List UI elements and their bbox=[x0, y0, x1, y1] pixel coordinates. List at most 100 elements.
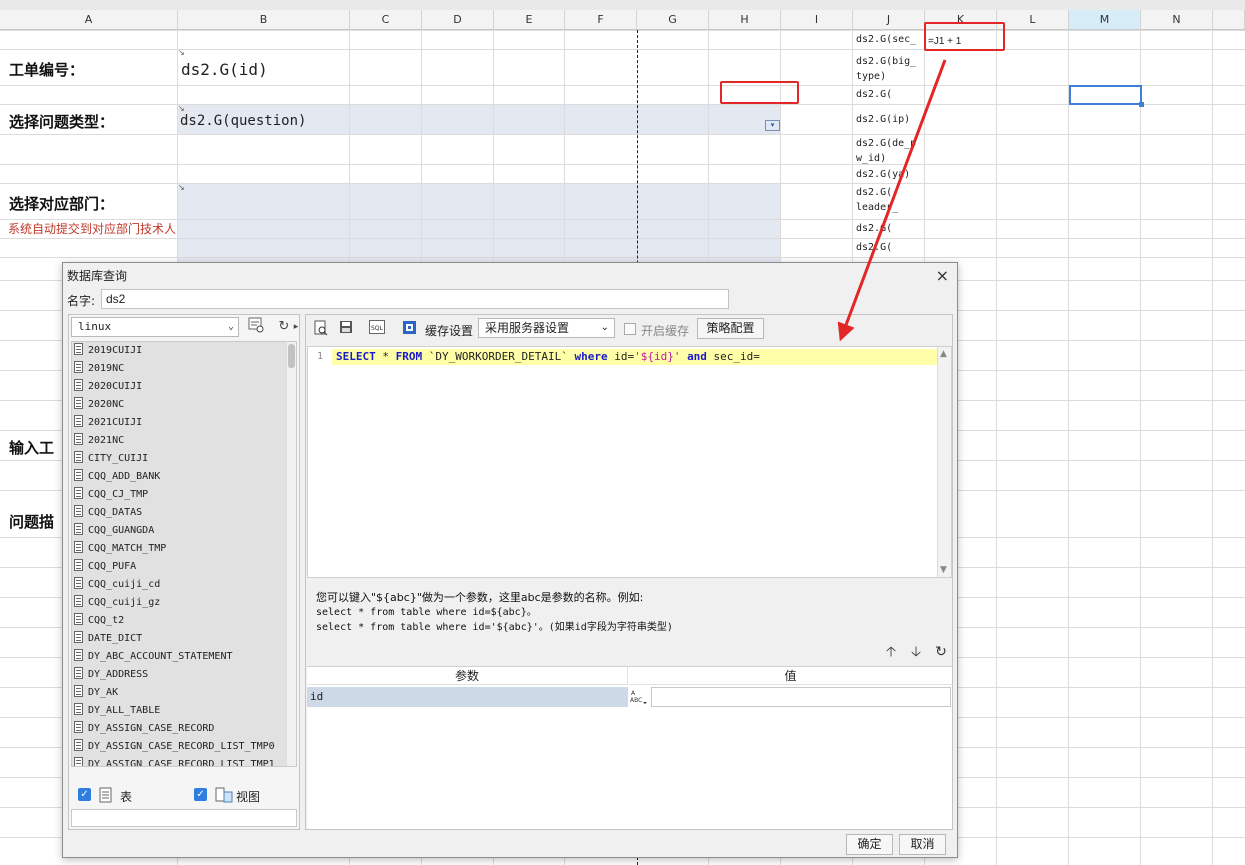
cell-j-9[interactable]: ds2.G( bbox=[856, 240, 924, 255]
scrollbar-thumb[interactable] bbox=[288, 344, 295, 368]
grid-line bbox=[0, 257, 1245, 258]
cache-icon[interactable] bbox=[401, 320, 419, 338]
show-tables-checkbox[interactable]: ✓ bbox=[78, 788, 91, 801]
preview-icon[interactable] bbox=[312, 320, 330, 338]
table-item[interactable]: 2019NC bbox=[74, 360, 124, 378]
table-icon bbox=[74, 685, 83, 697]
table-item[interactable]: CQQ_ADD_BANK bbox=[74, 468, 160, 486]
expand-marker-icon: ↘ bbox=[178, 48, 185, 57]
table-item[interactable]: DATE_DICT bbox=[74, 630, 142, 648]
annotation-highlight-sql-end bbox=[720, 81, 799, 104]
selected-cell-m[interactable] bbox=[1069, 85, 1144, 107]
sql-query-text[interactable]: SELECT * FROM `DY_WORKORDER_DETAIL` wher… bbox=[336, 350, 760, 364]
connection-select[interactable]: linux ⌄ bbox=[71, 317, 239, 337]
annotation-highlight-formula bbox=[924, 22, 1005, 51]
grid-line bbox=[0, 30, 1245, 31]
show-views-checkbox[interactable]: ✓ bbox=[194, 788, 207, 801]
table-item[interactable]: DY_ASSIGN_CASE_RECORD bbox=[74, 720, 214, 738]
refresh-icon[interactable]: ↻ bbox=[274, 317, 294, 337]
sql-keyword: SELECT bbox=[336, 350, 376, 363]
cell-j-ip[interactable]: ds2.G(ip) bbox=[856, 112, 924, 127]
auto-submit-note: 系统自动提交到对应部门技术人 bbox=[8, 222, 177, 236]
table-list[interactable]: 2019CUIJI 2019NC 2020CUIJI 2020NC 2021CU… bbox=[71, 341, 297, 767]
table-item[interactable]: 2020CUIJI bbox=[74, 378, 142, 396]
table-item[interactable]: CQQ_cuiji_gz bbox=[74, 594, 160, 612]
table-item[interactable]: DY_ABC_ACCOUNT_STATEMENT bbox=[74, 648, 233, 666]
table-item[interactable]: CQQ_MATCH_TMP bbox=[74, 540, 166, 558]
grid-line bbox=[0, 104, 1245, 105]
column-header-b[interactable]: B bbox=[178, 10, 350, 30]
param-name-cell[interactable]: id bbox=[307, 687, 628, 707]
table-item[interactable]: CQQ_t2 bbox=[74, 612, 124, 630]
department-cell-area[interactable] bbox=[178, 184, 781, 262]
enable-cache-checkbox[interactable] bbox=[624, 323, 636, 335]
column-header-n[interactable]: N bbox=[1141, 10, 1213, 30]
refresh-params-icon[interactable]: ↻ bbox=[932, 643, 950, 661]
table-item[interactable]: DY_ASSIGN_CASE_RECORD_LIST_TMP1 bbox=[74, 756, 275, 766]
cancel-button[interactable]: 取消 bbox=[899, 834, 946, 855]
grid-line bbox=[1140, 30, 1141, 865]
table-item[interactable]: 2021NC bbox=[74, 432, 124, 450]
column-header-a[interactable]: A bbox=[0, 10, 178, 30]
table-item[interactable]: CQQ_GUANGDA bbox=[74, 522, 154, 540]
param-type-icon[interactable]: A ABC bbox=[629, 688, 649, 706]
table-item[interactable]: CQQ_CJ_TMP bbox=[74, 486, 148, 504]
table-item[interactable]: 2019CUIJI bbox=[74, 342, 142, 360]
table-item[interactable]: DY_ALL_TABLE bbox=[74, 702, 160, 720]
scroll-down-icon[interactable]: ▼ bbox=[940, 565, 947, 575]
cell-j-dept-id[interactable]: ds2.G(de_p w_id) bbox=[856, 136, 924, 166]
filter-icon[interactable] bbox=[246, 317, 266, 337]
sql-editor[interactable]: 1 SELECT * FROM `DY_WORKORDER_DETAIL` wh… bbox=[307, 346, 952, 578]
table-search-box[interactable] bbox=[71, 809, 297, 827]
sql-icon[interactable]: SQL bbox=[368, 320, 386, 338]
table-item[interactable]: DY_ADDRESS bbox=[74, 666, 148, 684]
column-header-g[interactable]: G bbox=[637, 10, 709, 30]
scroll-up-icon[interactable]: ▲ bbox=[940, 349, 947, 359]
dropdown-arrow-icon[interactable]: ▾ bbox=[765, 120, 780, 131]
show-views-label: 视图 bbox=[236, 790, 261, 804]
table-list-scrollbar[interactable] bbox=[286, 342, 296, 766]
cache-settings-select[interactable]: 采用服务器设置 ⌄ bbox=[478, 318, 615, 338]
column-header-c[interactable]: C bbox=[350, 10, 422, 30]
table-item[interactable]: DY_ASSIGN_CASE_RECORD_LIST_TMP0 bbox=[74, 738, 275, 756]
cell-b-question[interactable]: ds2.G(question) bbox=[180, 113, 306, 129]
cell-j-8[interactable]: ds2.G( bbox=[856, 221, 924, 236]
cell-j-3[interactable]: ds2.G( bbox=[856, 87, 924, 102]
table-item[interactable]: CITY_CUIJI bbox=[74, 450, 148, 468]
collapse-icon[interactable]: ▸ bbox=[292, 317, 300, 337]
table-item[interactable]: CQQ_cuiji_cd bbox=[74, 576, 160, 594]
move-down-icon[interactable]: 🡣 bbox=[907, 643, 925, 661]
table-item[interactable]: 2020NC bbox=[74, 396, 124, 414]
policy-config-button[interactable]: 策略配置 bbox=[697, 318, 764, 339]
chevron-down-icon: ⌄ bbox=[600, 322, 609, 333]
cell-j-ya[interactable]: ds2.G(ya) bbox=[856, 167, 924, 182]
column-header-i[interactable]: I bbox=[781, 10, 853, 30]
ok-button[interactable]: 确定 bbox=[846, 834, 893, 855]
table-item[interactable]: CQQ_PUFA bbox=[74, 558, 136, 576]
table-item[interactable]: 2021CUIJI bbox=[74, 414, 142, 432]
line-gutter: 1 bbox=[308, 347, 332, 577]
column-header-h[interactable]: H bbox=[709, 10, 781, 30]
save-icon[interactable] bbox=[337, 320, 355, 338]
column-header-j[interactable]: J bbox=[853, 10, 925, 30]
grid-line bbox=[996, 30, 997, 865]
column-header-f[interactable]: F bbox=[565, 10, 637, 30]
column-header-l[interactable]: L bbox=[997, 10, 1069, 30]
table-item[interactable]: CQQ_DATAS bbox=[74, 504, 142, 522]
column-header-d[interactable]: D bbox=[422, 10, 494, 30]
cell-b-id[interactable]: ds2.G(id) bbox=[181, 60, 268, 79]
column-header-e[interactable]: E bbox=[494, 10, 565, 30]
move-up-icon[interactable]: 🡡 bbox=[882, 643, 900, 661]
grid-line bbox=[0, 164, 1245, 165]
cell-j-big-type[interactable]: ds2.G(big_ type) bbox=[856, 54, 924, 84]
table-icon bbox=[74, 415, 83, 427]
cell-j-sec[interactable]: ds2.G(sec_ bbox=[856, 32, 924, 47]
dataset-name-input[interactable]: ds2 bbox=[101, 289, 729, 309]
table-icon bbox=[74, 649, 83, 661]
column-header-m[interactable]: M bbox=[1069, 10, 1141, 30]
cell-j-leader[interactable]: ds2.G( leader_ bbox=[856, 185, 924, 215]
editor-scrollbar[interactable]: ▲ ▼ bbox=[937, 347, 951, 577]
param-value-input[interactable] bbox=[651, 687, 951, 707]
table-item[interactable]: DY_AK bbox=[74, 684, 118, 702]
close-icon[interactable]: × bbox=[936, 266, 949, 285]
